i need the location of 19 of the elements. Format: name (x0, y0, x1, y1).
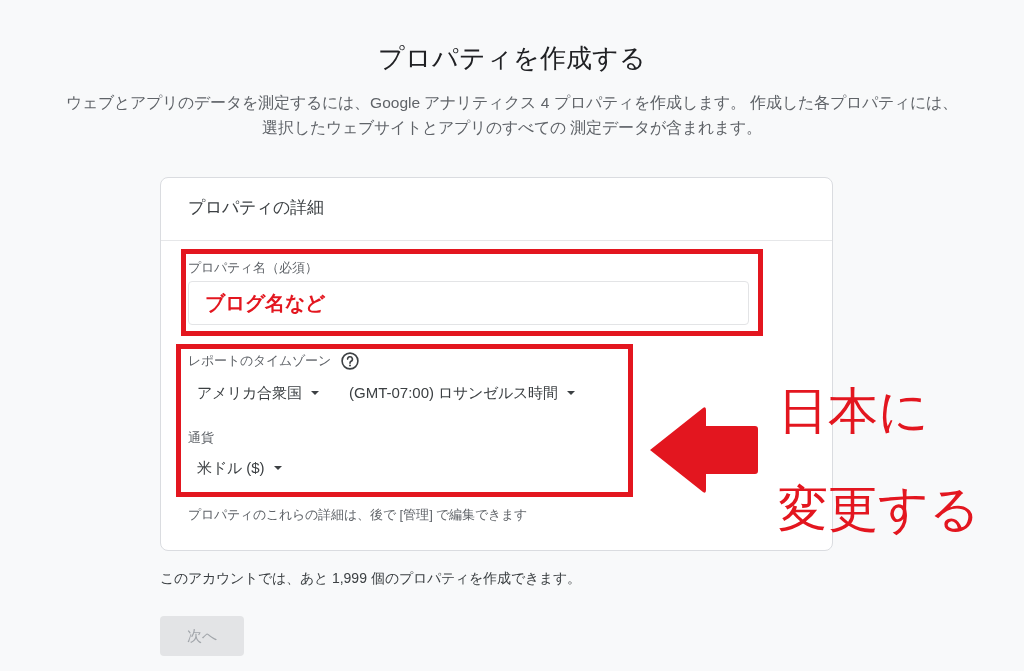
caret-icon (567, 391, 576, 395)
left-arrow-icon (649, 406, 759, 494)
quota-text: このアカウントでは、あと 1,999 個のプロパティを作成できます。 (160, 569, 581, 588)
property-name-field[interactable]: ブログ名など (188, 281, 749, 325)
help-icon (341, 352, 359, 370)
dropdown-button[interactable]: アメリカ合衆国 (188, 382, 328, 404)
dropdown-button[interactable]: (GMT-07:00) ロサンゼルス時間 (340, 382, 585, 404)
page-title: プロパティを作成する (378, 42, 646, 74)
caret-icon (311, 391, 319, 395)
dropdown-button[interactable]: 米ドル ($) (188, 457, 291, 479)
page-description: ウェブとアプリのデータを測定するには、Google アナリティクス 4 プロパティを作成します。 作成した各プロパティには、選択したウェブサイトとアプリのすべての 測定データが含まれます。 (65, 93, 959, 138)
field-label: レポートのタイムゾーン (188, 353, 331, 369)
card-title: プロパティの詳細 (188, 197, 324, 219)
callout-text: 日本に (778, 382, 929, 441)
helper-text: プロパティのこれらの詳細は、後で [管理] で編集できます (188, 506, 528, 524)
callout-text: 変更する (778, 480, 980, 539)
field-label: 通貨 (188, 430, 214, 446)
field-label: プロパティ名（必須） (188, 260, 318, 276)
caret-icon (273, 466, 282, 470)
